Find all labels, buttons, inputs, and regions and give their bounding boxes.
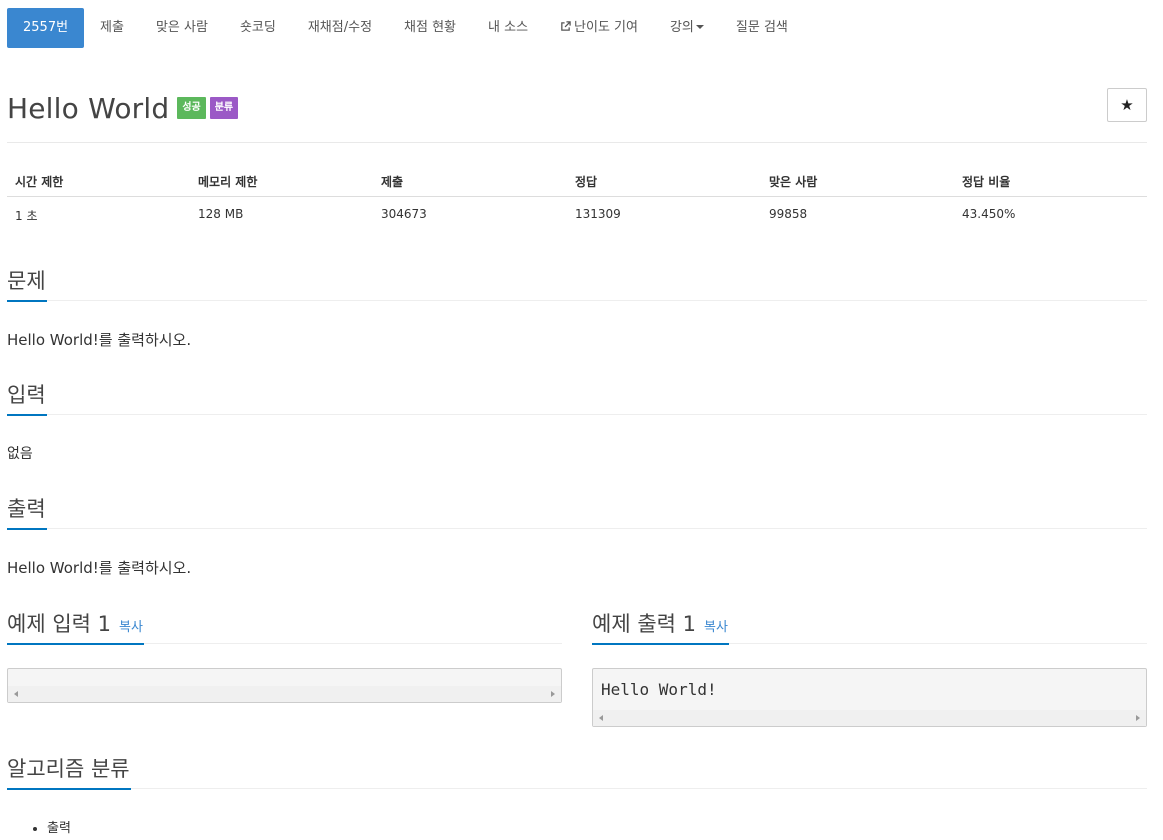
chevron-down-icon (695, 25, 704, 29)
sample-output-section: 예제 출력 1 복사 Hello World! (592, 608, 1147, 727)
section-title-input: 입력 (7, 380, 47, 416)
info-header-memory: 메모리 제한 (198, 175, 258, 189)
tab-my-source[interactable]: 내 소스 (472, 8, 544, 48)
section-title-sample-output: 예제 출력 1 복사 (592, 609, 729, 645)
sample-input-title: 예제 입력 1 (7, 612, 111, 636)
problem-nav: 2557번 제출 맞은 사람 숏코딩 재채점/수정 채점 현황 내 소스 난이도… (7, 8, 804, 48)
output-section: 출력 Hello World!를 출력하시오. (7, 493, 1147, 578)
output-description-text: Hello World!를 출력하시오. (7, 559, 192, 577)
info-value-accepted: 131309 (575, 207, 621, 221)
info-value-memory: 128 MB (198, 207, 244, 221)
info-header-accepted: 정답 (575, 175, 598, 189)
tab-lecture-dropdown[interactable]: 강의 (654, 8, 720, 48)
info-value-ratio: 43.450% (962, 207, 1016, 221)
sample-output-value: Hello World! (601, 680, 717, 699)
sample-output-box[interactable]: Hello World! (592, 668, 1147, 727)
external-link-icon (561, 21, 571, 31)
input-section: 입력 없음 (7, 379, 1147, 463)
tab-difficulty-contribute[interactable]: 난이도 기여 (544, 8, 654, 48)
section-header: 문제 (7, 265, 1147, 302)
info-value-solvers: 99858 (769, 207, 808, 221)
section-title-algorithm: 알고리즘 분류 (7, 754, 131, 790)
section-header: 예제 입력 1 복사 (7, 608, 562, 645)
scroll-right-icon[interactable] (1136, 715, 1140, 721)
tab-question-search[interactable]: 질문 검색 (720, 8, 804, 48)
status-badge-success: 성공 (177, 97, 206, 119)
scroll-right-icon[interactable] (551, 691, 555, 697)
horizontal-scrollbar[interactable] (8, 686, 561, 702)
star-icon: ★ (1120, 96, 1134, 114)
problem-description-text: Hello World!를 출력하시오. (7, 331, 192, 349)
info-value-submissions: 304673 (381, 207, 427, 221)
tab-submit[interactable]: 제출 (84, 8, 140, 48)
section-title-sample-input: 예제 입력 1 복사 (7, 609, 144, 645)
tab-problem[interactable]: 2557번 (7, 8, 85, 48)
scroll-left-icon[interactable] (599, 715, 603, 721)
copy-sample-output-button[interactable]: 복사 (704, 620, 728, 635)
category-badge[interactable]: 분류 (209, 97, 239, 119)
info-header-submissions: 제출 (381, 175, 404, 189)
problem-description-section: 문제 Hello World!를 출력하시오. (7, 265, 1147, 350)
info-header-row: 시간 제한 메모리 제한 제출 정답 맞은 사람 정답 비율 (7, 164, 1147, 197)
algorithm-category-section: 알고리즘 분류 출력 (7, 753, 1147, 836)
section-title-problem: 문제 (7, 266, 47, 302)
tab-accepted-users[interactable]: 맞은 사람 (140, 8, 224, 48)
tab-difficulty-label: 난이도 기여 (574, 20, 638, 35)
section-header: 예제 출력 1 복사 (592, 608, 1147, 645)
info-value-row: 1 초 128 MB 304673 131309 99858 43.450% (7, 197, 1147, 233)
info-header-time: 시간 제한 (15, 175, 64, 189)
favorite-star-button[interactable]: ★ (1107, 88, 1147, 122)
section-header: 알고리즘 분류 (7, 753, 1147, 790)
tab-lecture-label: 강의 (669, 20, 694, 35)
sample-input-section: 예제 입력 1 복사 (7, 608, 562, 703)
input-description-text: 없음 (7, 446, 33, 462)
scroll-left-icon[interactable] (14, 691, 18, 697)
section-header: 출력 (7, 493, 1147, 530)
section-header: 입력 (7, 379, 1147, 416)
problem-title-row: Hello World 성공 분류 (7, 88, 239, 128)
info-header-ratio: 정답 비율 (962, 175, 1011, 189)
info-header-solvers: 맞은 사람 (769, 175, 818, 189)
copy-sample-input-button[interactable]: 복사 (119, 620, 143, 635)
tab-status[interactable]: 채점 현황 (388, 8, 472, 48)
info-value-time: 1 초 (15, 209, 38, 223)
problem-info-table: 시간 제한 메모리 제한 제출 정답 맞은 사람 정답 비율 1 초 128 M… (7, 164, 1147, 233)
algorithm-tag-link[interactable]: 출력 (47, 817, 1147, 836)
tab-short-coding[interactable]: 숏코딩 (224, 8, 292, 48)
sample-input-value (8, 669, 561, 686)
algorithm-tag-list: 출력 (7, 817, 1147, 836)
sample-output-title: 예제 출력 1 (592, 612, 696, 636)
problem-title: Hello World (7, 91, 170, 125)
title-divider (7, 142, 1147, 143)
tab-rejudge[interactable]: 재채점/수정 (292, 8, 388, 48)
horizontal-scrollbar[interactable] (593, 710, 1146, 726)
section-title-output: 출력 (7, 494, 47, 530)
sample-input-box[interactable] (7, 668, 562, 703)
